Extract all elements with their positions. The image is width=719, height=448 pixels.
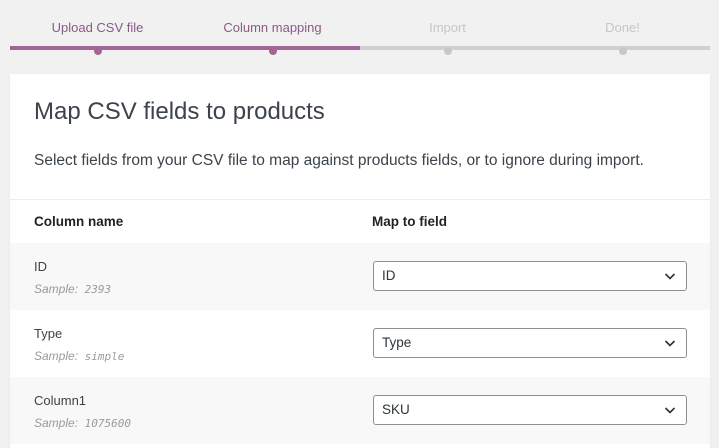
chevron-down-icon	[664, 340, 676, 347]
map-field-select[interactable]: Type	[373, 328, 687, 358]
sample-label: Sample:	[34, 349, 79, 363]
column-name-header: Column name	[34, 214, 124, 229]
progress-steps: Upload CSV file Column mapping Import Do…	[10, 0, 710, 60]
csv-column-name: ID	[34, 259, 47, 274]
select-value: Type	[382, 335, 412, 350]
step-dot	[443, 47, 452, 55]
table-row: ID Sample: 2393 ID	[10, 243, 710, 310]
sample-value: Sample: simple	[34, 349, 124, 363]
step-label: Column mapping	[223, 20, 322, 35]
sample-label: Sample:	[34, 416, 79, 430]
step-dot	[93, 47, 102, 55]
step-import: Import	[360, 0, 535, 60]
mapping-card: Map CSV fields to products Select fields…	[10, 74, 710, 448]
chevron-down-icon	[664, 407, 676, 414]
step-label: Done!	[605, 20, 640, 35]
sample-text: simple	[84, 350, 125, 363]
sample-value: Sample: 2393	[34, 282, 111, 296]
step-upload-csv: Upload CSV file	[10, 0, 185, 60]
step-label: Import	[429, 20, 466, 35]
step-dot	[618, 47, 627, 55]
sample-text: 1075600	[84, 417, 132, 430]
map-field-select[interactable]: SKU	[373, 395, 687, 425]
select-value: ID	[382, 268, 396, 283]
step-done: Done!	[535, 0, 710, 60]
csv-column-name: Type	[34, 326, 63, 341]
sample-label: Sample:	[34, 282, 79, 296]
sample-value: Sample: 1075600	[34, 416, 131, 430]
page-title: Map CSV fields to products	[34, 98, 325, 125]
map-field-select[interactable]: ID	[373, 261, 687, 291]
page-description: Select fields from your CSV file to map …	[34, 152, 644, 169]
select-value: SKU	[382, 402, 410, 417]
step-dot	[268, 47, 277, 55]
sample-text: 2393	[84, 283, 112, 296]
divider	[10, 199, 710, 200]
table-row: Column1 Sample: 1075600 SKU	[10, 377, 710, 444]
csv-column-name: Column1	[34, 393, 87, 408]
map-to-field-header: Map to field	[372, 214, 447, 229]
table-row: Type Sample: simple Type	[10, 310, 710, 377]
chevron-down-icon	[664, 273, 676, 280]
step-label: Upload CSV file	[51, 20, 144, 35]
step-column-mapping: Column mapping	[185, 0, 360, 60]
